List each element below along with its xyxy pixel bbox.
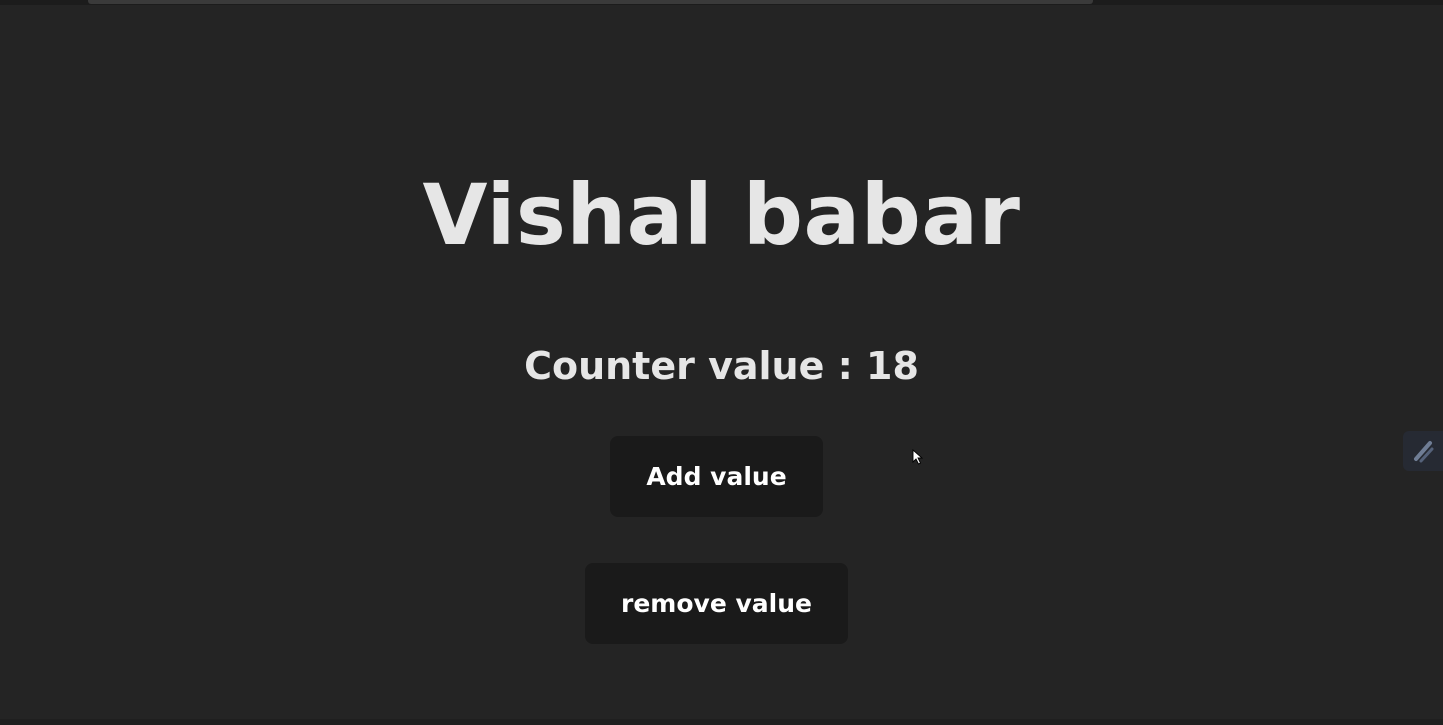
app-root: Vishal babar Counter value : 18 Add valu…: [0, 0, 1443, 725]
counter-label: Counter value :: [524, 344, 867, 388]
page-title: Vishal babar: [422, 166, 1021, 264]
counter-display: Counter value : 18: [0, 338, 1443, 394]
extension-pen-icon: [1414, 441, 1434, 463]
counter-value: 18: [866, 344, 919, 388]
add-value-button[interactable]: Add value: [610, 436, 823, 517]
browser-bottom-strip: [0, 719, 1443, 725]
mouse-pointer-icon: [912, 449, 924, 465]
extension-side-widget[interactable]: [1403, 431, 1443, 471]
remove-value-button[interactable]: remove value: [585, 563, 848, 644]
